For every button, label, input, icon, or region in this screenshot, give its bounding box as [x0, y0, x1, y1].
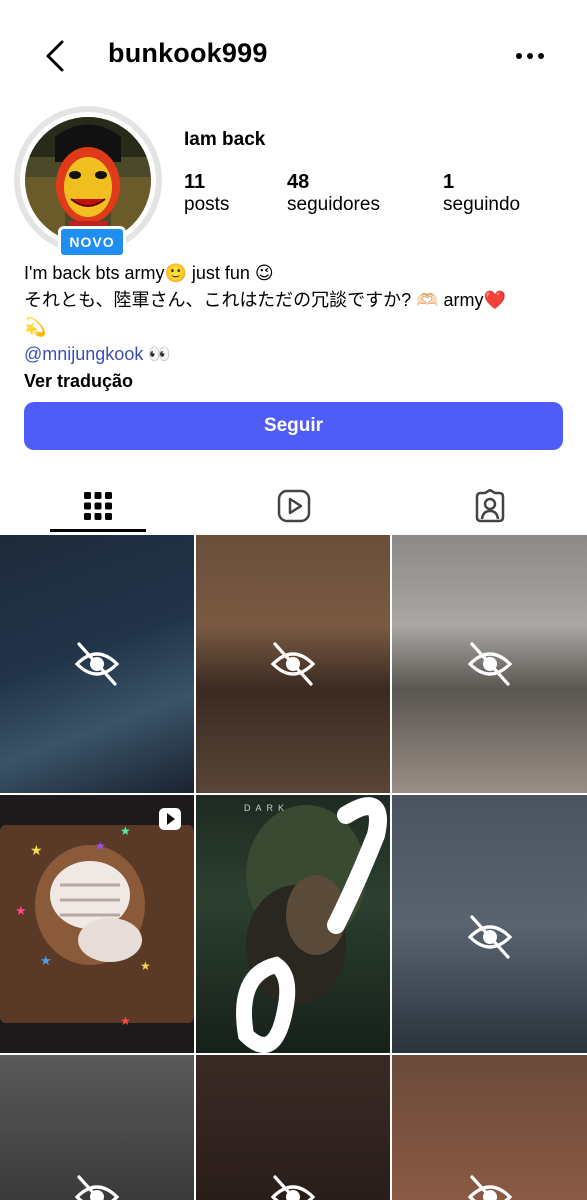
tab-tagged[interactable] — [392, 480, 587, 532]
grid-post-hidden[interactable] — [0, 1055, 194, 1200]
tab-grid[interactable] — [0, 480, 196, 532]
stat-label: seguidores — [287, 194, 380, 215]
svg-text:★: ★ — [95, 839, 106, 853]
more-options-button[interactable] — [514, 44, 546, 68]
svg-text:★: ★ — [120, 1014, 131, 1028]
bio-line: 💫 — [24, 317, 47, 337]
translate-link[interactable]: Ver tradução — [24, 368, 574, 395]
follow-button[interactable]: Seguir — [24, 402, 563, 450]
eye-off-icon — [465, 639, 515, 689]
eye-off-icon — [465, 1172, 515, 1200]
tagged-person-icon — [475, 489, 505, 523]
svg-text:★: ★ — [30, 842, 43, 858]
stat-following[interactable]: 1 seguindo — [443, 171, 520, 216]
tab-reels[interactable] — [196, 480, 392, 532]
back-button[interactable] — [38, 38, 74, 74]
active-tab-indicator — [50, 529, 146, 532]
stat-label: seguindo — [443, 194, 521, 215]
eye-off-icon — [268, 1172, 318, 1200]
grid-post-hidden[interactable] — [196, 1055, 390, 1200]
reels-icon — [277, 489, 311, 523]
reel-thumbnail: ★ ★ ★ ★ ★ ★ ★ — [0, 824, 194, 1028]
bio-line: I'm back bts army🙂 just fun 😉 — [24, 263, 274, 283]
eye-off-icon — [465, 912, 515, 962]
svg-text:★: ★ — [40, 953, 52, 968]
play-icon — [159, 808, 181, 830]
avatar-image — [25, 117, 151, 243]
chevron-left-icon — [46, 40, 64, 72]
svg-text:★: ★ — [120, 824, 131, 838]
stat-value: 1 — [443, 171, 455, 193]
stat-value: 48 — [287, 171, 310, 193]
display-name: Iam back — [184, 129, 266, 150]
eye-off-icon — [268, 639, 318, 689]
grid-post-hidden[interactable] — [392, 535, 587, 793]
stat-label: posts — [184, 194, 230, 215]
post-thumbnail — [236, 797, 387, 1053]
eye-off-icon — [72, 1172, 122, 1200]
mention-suffix: 👀 — [143, 344, 171, 364]
eye-off-icon — [72, 639, 122, 689]
more-horizontal-icon — [516, 53, 544, 59]
page-title-username: bunkook999 — [108, 38, 268, 68]
bio-line: それとも、陸軍さん、これはただの冗談ですか? 🫶🏻 army❤️ — [24, 290, 506, 310]
stat-posts[interactable]: 11 posts — [184, 171, 229, 216]
avatar[interactable] — [25, 117, 151, 243]
grid-post-hidden[interactable] — [392, 795, 587, 1053]
svg-text:★: ★ — [15, 903, 27, 918]
grid-post-visible[interactable]: DARK — [196, 795, 390, 1053]
grid-icon — [84, 492, 112, 520]
grid-post-hidden[interactable] — [0, 535, 194, 793]
grid-post-reel[interactable]: ★ ★ ★ ★ ★ ★ ★ — [0, 795, 194, 1053]
svg-text:★: ★ — [140, 959, 151, 973]
grid-post-hidden[interactable] — [196, 535, 390, 793]
stat-value: 11 — [184, 171, 206, 193]
bio: I'm back bts army🙂 just fun 😉 それとも、陸軍さん、… — [24, 260, 574, 395]
post-overlay-text: DARK — [244, 803, 290, 813]
stat-followers[interactable]: 48 seguidores — [287, 171, 380, 216]
new-badge: NOVO — [58, 226, 126, 258]
mention-link[interactable]: @mnijungkook — [24, 344, 143, 364]
grid-post-hidden[interactable] — [392, 1055, 587, 1200]
